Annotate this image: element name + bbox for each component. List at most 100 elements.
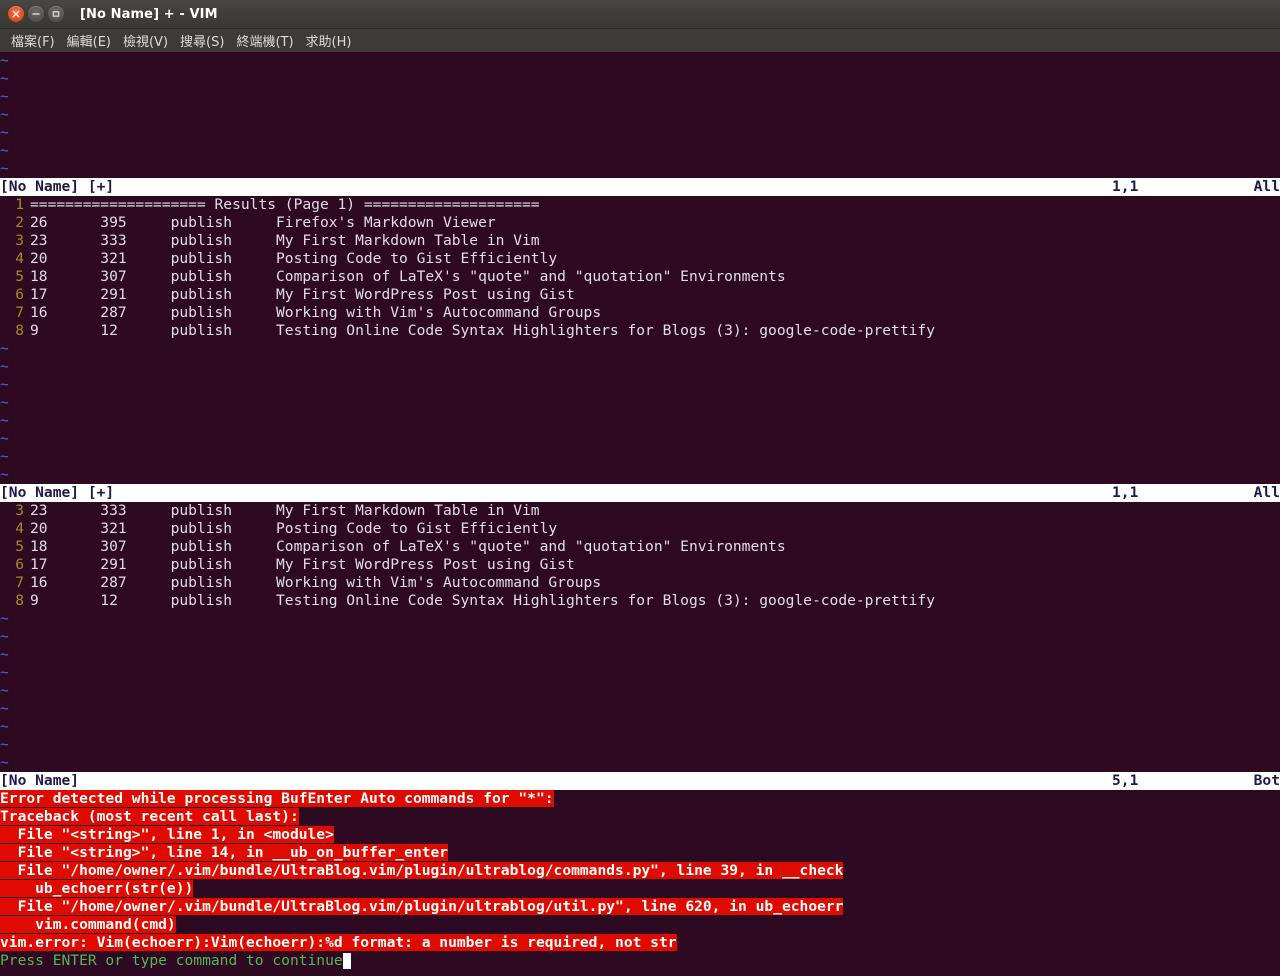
error-line: File "/home/owner/.vim/bundle/UltraBlog.… — [0, 862, 1280, 880]
statusline-middle-pos: 1,1 — [1112, 484, 1139, 501]
buffer-line: 2 26 395 publish Firefox's Markdown Viewe… — [0, 214, 1280, 232]
empty-line-marker: ~ — [0, 142, 1280, 160]
empty-line-marker: ~ — [0, 700, 1280, 718]
message-area: Error detected while processing BufEnter… — [0, 790, 1280, 952]
error-text: Error detected while processing BufEnter… — [0, 790, 554, 807]
tilde-icon: ~ — [0, 88, 9, 105]
line-number: 5 — [15, 538, 24, 555]
menu-item-terminal[interactable]: 終端機(T) — [230, 29, 299, 52]
line-text: 18 307 publish Comparison of LaTeX's "qu… — [30, 538, 786, 555]
results-list-bottom: 3 23 333 publish My First Markdown Table … — [0, 502, 1280, 610]
error-text: File "/home/owner/.vim/bundle/UltraBlog.… — [0, 862, 844, 879]
line-text: 23 333 publish My First Markdown Table i… — [30, 232, 540, 249]
statusline-middle[interactable]: [No Name] [+] 1,1 All — [0, 484, 1280, 502]
tilde-icon: ~ — [0, 682, 9, 699]
press-enter-prompt[interactable]: Press ENTER or type command to continue — [0, 952, 1280, 970]
tilde-icon: ~ — [0, 142, 9, 159]
line-text: 20 321 publish Posting Code to Gist Effi… — [30, 250, 558, 267]
buffer-line: 8 9 12 publish Testing Online Code Syntax… — [0, 322, 1280, 340]
line-number: 2 — [15, 214, 24, 231]
tilde-icon: ~ — [0, 52, 9, 69]
vim-window-bottom[interactable]: 3 23 333 publish My First Markdown Table … — [0, 502, 1280, 790]
line-text: 16 287 publish Working with Vim's Autoco… — [30, 304, 602, 321]
empty-line-marker: ~ — [0, 340, 1280, 358]
text-cursor — [342, 953, 351, 969]
line-text: 23 333 publish My First Markdown Table i… — [30, 502, 540, 519]
minimize-icon — [32, 13, 40, 15]
line-text: 9 12 publish Testing Online Code Syntax … — [30, 322, 935, 339]
empty-line-marker: ~ — [0, 52, 1280, 70]
minimize-button[interactable] — [28, 6, 44, 22]
empty-line-marker: ~ — [0, 106, 1280, 124]
empty-line-marker: ~ — [0, 448, 1280, 466]
vim-text-area[interactable]: ~ ~ ~ ~ ~ ~ ~ [No Name] [+] 1,1 All 1 =========… — [0, 52, 1280, 976]
tilde-icon: ~ — [0, 646, 9, 663]
vim-window-top[interactable]: ~ ~ ~ ~ ~ ~ ~ [No Name] [+] 1,1 All — [0, 52, 1280, 196]
menu-item-edit[interactable]: 編輯(E) — [61, 29, 117, 52]
error-text: vim.error: Vim(echoerr):Vim(echoerr):%d … — [0, 934, 677, 951]
tilde-icon: ~ — [0, 394, 9, 411]
empty-line-marker: ~ — [0, 358, 1280, 376]
statusline-bottom-name: [No Name] — [0, 772, 80, 789]
tilde-icon: ~ — [0, 340, 9, 357]
tilde-icon: ~ — [0, 430, 9, 447]
statusline-bottom[interactable]: [No Name] 5,1 Bot — [0, 772, 1280, 790]
tilde-icon: ~ — [0, 610, 9, 627]
tilde-icon: ~ — [0, 664, 9, 681]
tilde-icon: ~ — [0, 70, 9, 87]
buffer-line: 3 23 333 publish My First Markdown Table … — [0, 232, 1280, 250]
empty-line-marker: ~ — [0, 754, 1280, 772]
buffer-line: 1 ==================== Results (Page 1) =… — [0, 196, 1280, 214]
top-empty-lines: ~ ~ ~ ~ ~ ~ ~ — [0, 52, 1280, 178]
empty-line-marker: ~ — [0, 88, 1280, 106]
gvim-window: [No Name] + - VIM 檔案(F) 編輯(E) 檢視(V) 搜尋(S… — [0, 0, 1280, 976]
empty-line-marker: ~ — [0, 466, 1280, 484]
menu-item-search[interactable]: 搜尋(S) — [174, 29, 230, 52]
window-title: [No Name] + - VIM — [80, 6, 218, 22]
tilde-icon: ~ — [0, 106, 9, 123]
menu-item-view[interactable]: 檢視(V) — [117, 29, 174, 52]
menu-item-help[interactable]: 求助(H) — [300, 29, 358, 52]
error-line: vim.command(cmd) — [0, 916, 1280, 934]
line-text: 16 287 publish Working with Vim's Autoco… — [30, 574, 602, 591]
buffer-line: 5 18 307 publish Comparison of LaTeX's "q… — [0, 268, 1280, 286]
empty-line-marker: ~ — [0, 646, 1280, 664]
vim-window-middle[interactable]: 1 ==================== Results (Page 1) =… — [0, 196, 1280, 502]
error-text: File "/home/owner/.vim/bundle/UltraBlog.… — [0, 898, 844, 915]
results-list-middle: 1 ==================== Results (Page 1) =… — [0, 196, 1280, 340]
tilde-icon: ~ — [0, 160, 9, 177]
window-controls — [8, 6, 64, 22]
line-number: 6 — [15, 286, 24, 303]
error-text: File "<string>", line 1, in <module> — [0, 826, 334, 843]
tilde-icon: ~ — [0, 412, 9, 429]
error-text: ub_echoerr(str(e)) — [0, 880, 194, 897]
tilde-icon: ~ — [0, 448, 9, 465]
buffer-line: 4 20 321 publish Posting Code to Gist Eff… — [0, 520, 1280, 538]
statusline-top-pos: 1,1 — [1112, 178, 1139, 195]
statusline-top[interactable]: [No Name] [+] 1,1 All — [0, 178, 1280, 196]
empty-line-marker: ~ — [0, 430, 1280, 448]
line-number: 4 — [15, 520, 24, 537]
error-line: File "/home/owner/.vim/bundle/UltraBlog.… — [0, 898, 1280, 916]
tilde-icon: ~ — [0, 466, 9, 483]
line-text: 17 291 publish My First WordPress Post u… — [30, 286, 575, 303]
line-number: 1 — [15, 196, 24, 213]
statusline-top-scroll: All — [1253, 178, 1280, 195]
empty-line-marker: ~ — [0, 664, 1280, 682]
close-button[interactable] — [8, 6, 24, 22]
maximize-button[interactable] — [48, 6, 64, 22]
line-text: 20 321 publish Posting Code to Gist Effi… — [30, 520, 558, 537]
empty-line-marker: ~ — [0, 160, 1280, 178]
empty-line-marker: ~ — [0, 124, 1280, 142]
maximize-icon — [52, 11, 60, 17]
empty-line-marker: ~ — [0, 718, 1280, 736]
line-text: ==================== Results (Page 1) ==… — [30, 196, 540, 213]
menu-item-file[interactable]: 檔案(F) — [5, 29, 61, 52]
buffer-line: 5 18 307 publish Comparison of LaTeX's "q… — [0, 538, 1280, 556]
tilde-icon: ~ — [0, 628, 9, 645]
tilde-icon: ~ — [0, 754, 9, 771]
tilde-icon: ~ — [0, 700, 9, 717]
empty-line-marker: ~ — [0, 682, 1280, 700]
error-text: File "<string>", line 14, in __ub_on_buf… — [0, 844, 449, 861]
error-text: Traceback (most recent call last): — [0, 808, 299, 825]
